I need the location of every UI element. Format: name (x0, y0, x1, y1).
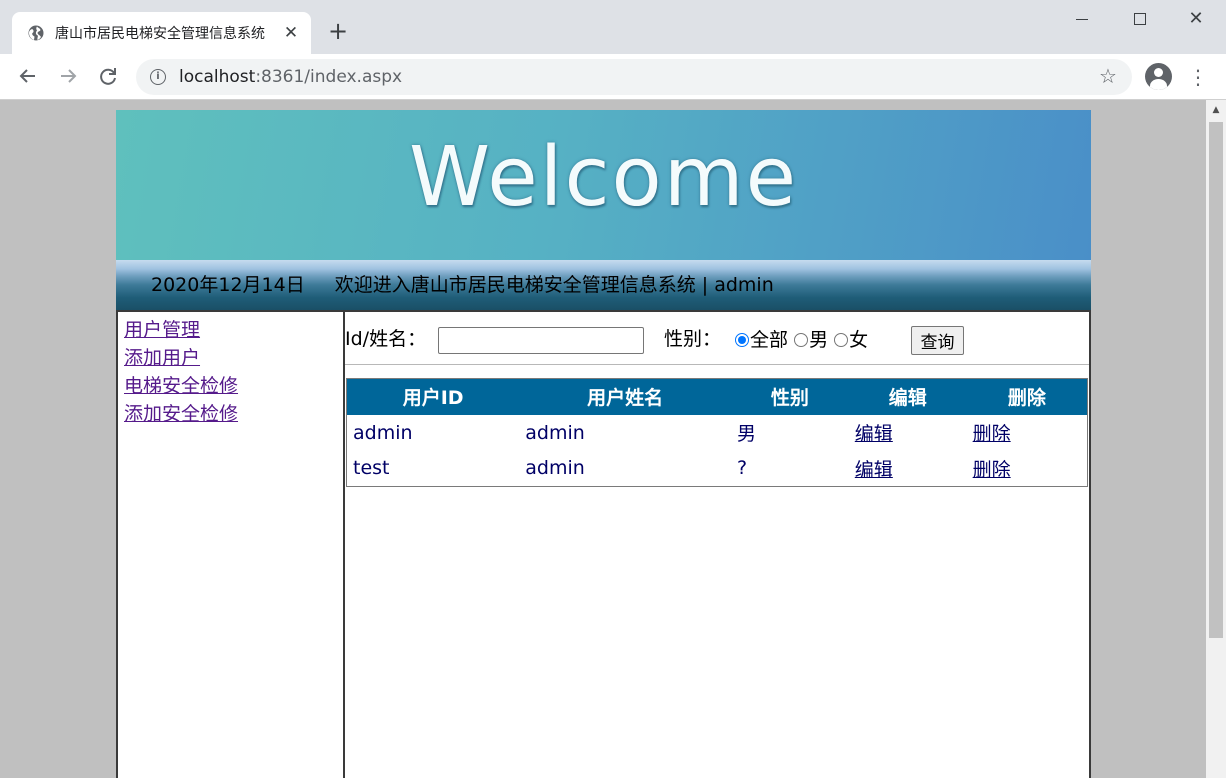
nav-add-user[interactable]: 添加用户 (124, 344, 343, 372)
maximize-icon (1134, 13, 1146, 25)
delete-link[interactable]: 删除 (973, 459, 1011, 481)
cell-user-id: test (353, 457, 390, 480)
content-frame: 用户管理 添加用户 电梯安全检修 添加安全检修 Id/姓名： 性别： 全部 男 … (116, 310, 1091, 778)
edit-link[interactable]: 编辑 (855, 423, 893, 445)
edit-link[interactable]: 编辑 (855, 459, 893, 481)
left-nav: 用户管理 添加用户 电梯安全检修 添加安全检修 (118, 312, 345, 778)
col-header-delete: 删除 (966, 378, 1088, 415)
menu-icon[interactable]: ⋮ (1186, 64, 1210, 90)
table-row: admin admin 男 编辑 删除 (347, 415, 1088, 451)
browser-tab[interactable]: 唐山市居民电梯安全管理信息系统 ✕ (12, 12, 311, 54)
scroll-up-icon[interactable]: ▲ (1206, 100, 1226, 120)
radio-male[interactable] (794, 332, 809, 347)
gender-radio-group: 全部 男 女 (735, 324, 868, 355)
tab-title: 唐山市居民电梯安全管理信息系统 (55, 26, 265, 42)
vertical-scrollbar[interactable]: ▲ (1206, 100, 1226, 778)
minimize-icon (1076, 19, 1088, 20)
browser-toolbar: i localhost:8361/index.aspx ☆ ⋮ (0, 54, 1226, 100)
query-button[interactable]: 查询 (911, 326, 964, 355)
id-name-input[interactable] (438, 327, 644, 354)
nav-user-management[interactable]: 用户管理 (124, 316, 343, 344)
delete-link[interactable]: 删除 (973, 423, 1011, 445)
info-icon[interactable]: i (150, 69, 166, 85)
cell-delete: 删除 (967, 415, 1088, 451)
cell-edit: 编辑 (849, 451, 967, 487)
divider (345, 364, 1089, 365)
radio-male-label[interactable]: 男 (809, 325, 828, 355)
cell-gender: 男 (736, 423, 756, 445)
user-table: 用户ID 用户姓名 性别 编辑 删除 admin admin 男 编辑 删除 t… (346, 378, 1088, 487)
welcome-banner: Welcome (116, 110, 1091, 260)
tab-strip: 唐山市居民电梯安全管理信息系统 ✕ + ✕ (0, 0, 1226, 54)
minimize-button[interactable] (1062, 6, 1102, 32)
cell-user-name: admin (525, 421, 585, 444)
col-header-user-name: 用户姓名 (519, 378, 731, 415)
table-header-row: 用户ID 用户姓名 性别 编辑 删除 (346, 378, 1088, 415)
profile-icon[interactable] (1145, 63, 1172, 90)
radio-female[interactable] (834, 332, 849, 347)
page-viewport: Welcome 2020年12月14日 欢迎进入唐山市居民电梯安全管理信息系统 |… (0, 100, 1206, 778)
nav-elevator-inspection[interactable]: 电梯安全检修 (124, 372, 343, 400)
back-icon[interactable] (14, 62, 42, 90)
status-bar: 2020年12月14日 欢迎进入唐山市居民电梯安全管理信息系统 | admin (116, 260, 1091, 310)
cell-gender: ? (736, 457, 748, 480)
status-date: 2020年12月14日 (151, 274, 305, 296)
cell-user-name: admin (525, 457, 585, 480)
gender-label: 性别： (664, 328, 722, 350)
maximize-button[interactable] (1120, 6, 1160, 32)
url-path: :8361/index.aspx (255, 67, 403, 87)
cell-user-id: admin (353, 421, 413, 444)
plus-icon[interactable]: + (326, 19, 350, 44)
status-welcome: 欢迎进入唐山市居民电梯安全管理信息系统 | admin (334, 274, 774, 296)
radio-female-label[interactable]: 女 (849, 325, 868, 355)
close-icon[interactable]: ✕ (283, 24, 299, 42)
radio-all-label[interactable]: 全部 (750, 325, 788, 355)
nav-add-inspection[interactable]: 添加安全检修 (124, 400, 343, 428)
scroll-thumb[interactable] (1209, 122, 1223, 638)
url-text: localhost:8361/index.aspx (179, 66, 402, 88)
reload-icon[interactable] (94, 62, 122, 90)
table-row: test admin ? 编辑 删除 (347, 451, 1088, 487)
url-host: localhost (179, 67, 256, 87)
col-header-user-id: 用户ID (346, 378, 520, 415)
banner-text: Welcome (408, 130, 799, 225)
globe-icon (28, 25, 44, 41)
forward-icon[interactable] (54, 62, 82, 90)
status-text: 2020年12月14日 欢迎进入唐山市居民电梯安全管理信息系统 | admin (151, 273, 804, 297)
main-panel: Id/姓名： 性别： 全部 男 女 查询 用户ID 用户姓名 性别 编辑 删除 … (345, 312, 1089, 778)
search-form: Id/姓名： 性别： 全部 男 女 查询 (345, 324, 1085, 355)
cell-delete: 删除 (967, 451, 1088, 487)
cell-edit: 编辑 (849, 415, 967, 451)
col-header-edit: 编辑 (848, 378, 967, 415)
col-header-gender: 性别 (730, 378, 849, 415)
id-name-label: Id/姓名： (345, 328, 427, 350)
address-bar[interactable]: i localhost:8361/index.aspx ☆ (136, 59, 1132, 95)
window-close-button[interactable]: ✕ (1176, 6, 1216, 32)
star-icon[interactable]: ☆ (1096, 64, 1120, 88)
radio-all[interactable] (735, 332, 749, 347)
